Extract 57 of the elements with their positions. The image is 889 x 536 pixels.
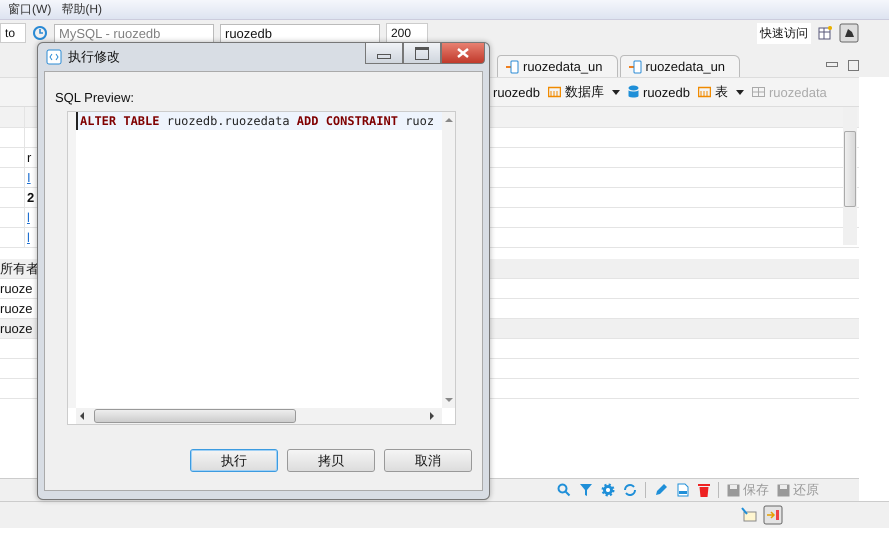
table-cell: ruoze (0, 281, 33, 296)
history-icon[interactable] (32, 25, 48, 41)
document-icon[interactable] (676, 483, 690, 497)
layout-icon[interactable] (741, 507, 757, 523)
delete-icon[interactable] (698, 483, 710, 497)
horizontal-scrollbar[interactable] (76, 408, 442, 424)
database-dropdown[interactable]: ruozedb (220, 24, 380, 42)
table-cell[interactable]: l (25, 230, 30, 245)
dialog-title: 执行修改 (68, 48, 120, 66)
editor-tab[interactable]: ruozedata_un (620, 55, 740, 77)
limit-field[interactable]: 200 (386, 23, 428, 43)
connection-dropdown[interactable]: MySQL - ruozedb (54, 24, 214, 42)
vertical-scrollbar[interactable] (442, 112, 455, 408)
database-icon (628, 85, 639, 99)
table-icon (752, 86, 765, 98)
table-file-icon (628, 60, 643, 74)
table-file-icon (506, 60, 520, 74)
menu-item[interactable]: 窗口(W) (8, 1, 52, 18)
maximize-button[interactable] (403, 43, 441, 64)
dropdown-arrow-icon[interactable] (612, 90, 620, 94)
folder-icon (548, 86, 561, 98)
breadcrumb-item[interactable]: ruozedb (628, 84, 690, 100)
table-cell: ruoze (0, 321, 33, 336)
dialog-button[interactable]: 执行 (190, 449, 278, 472)
dialog-icon (46, 49, 62, 65)
search-icon[interactable] (557, 483, 571, 497)
refresh-icon[interactable] (623, 483, 637, 497)
sql-preview-label: SQL Preview: (55, 90, 135, 105)
pencil-icon[interactable] (654, 483, 668, 497)
breadcrumb-item[interactable]: 表 (698, 83, 728, 101)
dropdown-arrow-icon[interactable] (736, 90, 744, 94)
maximize-icon[interactable] (848, 60, 859, 71)
table-cell[interactable]: I (25, 170, 31, 185)
close-icon (457, 48, 469, 58)
database-perspective-icon[interactable] (839, 23, 859, 43)
menu-item[interactable]: 帮助(H) (61, 1, 102, 18)
table-cell[interactable]: l (25, 210, 30, 225)
breadcrumb-item[interactable]: ruozedb (493, 84, 540, 100)
dialog-button[interactable]: 取消 (384, 449, 472, 472)
folder-icon (698, 86, 711, 98)
filter-icon[interactable] (579, 483, 593, 497)
table-cell-text: 2 (26, 190, 34, 205)
sql-editor[interactable]: ALTER TABLE ruozedb.ruozedata ADD CONSTRAINT ruoz (67, 111, 456, 425)
quick-access-field[interactable]: 快速访问 (757, 22, 811, 44)
scrollbar-thumb[interactable] (844, 131, 856, 207)
minimize-icon[interactable] (826, 62, 838, 67)
minimize-button[interactable] (365, 43, 403, 64)
dialog-button[interactable]: 拷贝 (287, 449, 375, 472)
editor-tab[interactable]: ruozedata_un (497, 55, 618, 77)
close-button[interactable] (441, 43, 485, 64)
text-field[interactable]: to (0, 23, 26, 43)
perspective-icon[interactable] (817, 25, 833, 41)
table-cell: ruoze (0, 301, 33, 316)
column-header: 所有者 (0, 260, 39, 278)
breadcrumb-item[interactable]: 数据库 (548, 83, 604, 101)
gear-icon[interactable] (601, 483, 615, 497)
table-cell-text: r (26, 150, 32, 165)
